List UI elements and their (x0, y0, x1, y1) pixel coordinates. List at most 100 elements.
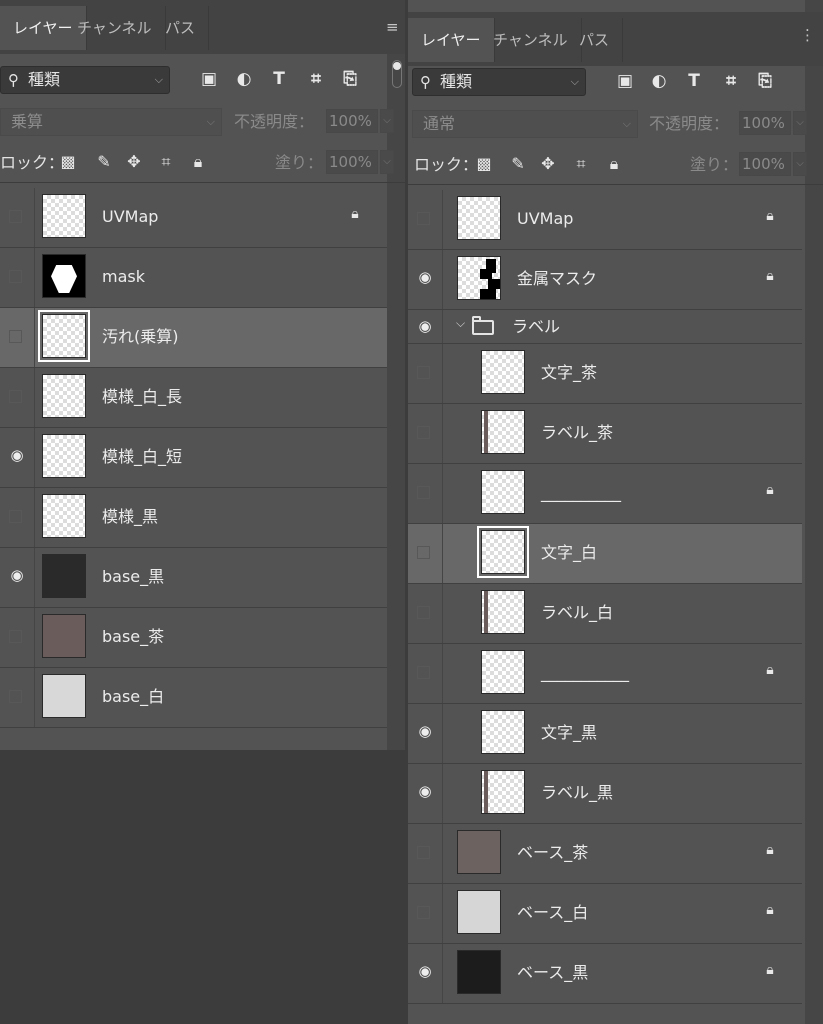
visibility-column[interactable] (408, 464, 443, 523)
visibility-column[interactable] (408, 524, 443, 583)
visibility-column[interactable]: ◉ (0, 428, 35, 487)
visibility-toggle[interactable] (9, 510, 22, 523)
visibility-column[interactable]: ◉ (408, 944, 443, 1003)
lock-transparent-icon[interactable]: ▩ (474, 154, 494, 174)
lock-all-icon[interactable]: 🔒︎ (604, 154, 624, 174)
visibility-toggle[interactable] (9, 210, 22, 223)
visibility-column[interactable]: ◉ (408, 704, 443, 763)
adjustment-filter-icon[interactable]: ◐ (234, 68, 254, 90)
adjustment-filter-icon[interactable]: ◐ (649, 70, 669, 92)
visibility-toggle[interactable] (417, 606, 430, 619)
lock-artboard-icon[interactable]: ⌗ (156, 152, 176, 172)
visibility-column[interactable] (0, 668, 35, 727)
visibility-toggle[interactable] (417, 846, 430, 859)
image-filter-icon[interactable]: ▣ (615, 70, 635, 92)
smart-object-filter-icon[interactable]: ⎘ (340, 68, 360, 90)
visibility-column[interactable] (408, 824, 443, 883)
visibility-column[interactable]: ◉ (0, 548, 35, 607)
layer-row[interactable]: ベース_白 🔒︎ (408, 884, 802, 944)
visibility-toggle[interactable] (417, 666, 430, 679)
visibility-toggle[interactable] (417, 906, 430, 919)
panel-menu-icon[interactable]: ≡ (386, 18, 399, 36)
visibility-column[interactable]: ◉ (408, 250, 443, 309)
opacity-input[interactable]: 100% (739, 111, 791, 135)
type-filter-icon[interactable]: T (684, 70, 704, 92)
visibility-toggle[interactable] (9, 330, 22, 343)
blend-mode-select[interactable]: 乗算 ⌵ (0, 108, 222, 136)
layer-row[interactable]: ◉ 模様_白_短 (0, 428, 387, 488)
visibility-column[interactable] (408, 644, 443, 703)
panel-menu-icon[interactable]: ⋮ (800, 26, 815, 44)
layer-row[interactable]: base_茶 (0, 608, 387, 668)
layer-kind-filter[interactable]: ⚲ 種類 ⌵ (0, 66, 170, 94)
lock-position-icon[interactable]: ✥ (124, 152, 144, 172)
visibility-column[interactable] (408, 884, 443, 943)
lock-transparent-icon[interactable]: ▩ (58, 152, 78, 172)
layer-row[interactable]: 文字_白 (408, 524, 802, 584)
layer-row[interactable]: 模様_白_長 (0, 368, 387, 428)
visibility-column[interactable] (408, 584, 443, 643)
visibility-column[interactable] (408, 344, 443, 403)
image-filter-icon[interactable]: ▣ (199, 68, 219, 90)
tab-paths[interactable]: パス (152, 6, 210, 50)
visibility-column[interactable] (0, 248, 35, 307)
visibility-toggle[interactable] (417, 366, 430, 379)
blend-mode-select[interactable]: 通常 ⌵ (412, 110, 638, 138)
visibility-column[interactable] (0, 608, 35, 667)
visibility-column[interactable] (0, 188, 35, 247)
lock-artboard-icon[interactable]: ⌗ (571, 154, 591, 174)
opacity-dropdown-icon[interactable]: ⌵ (380, 109, 394, 133)
fill-input[interactable]: 100% (739, 152, 791, 176)
tab-channels[interactable]: チャンネル (64, 6, 166, 50)
lock-image-icon[interactable]: ✎ (508, 154, 528, 174)
fill-dropdown-icon[interactable]: ⌵ (380, 150, 394, 174)
visibility-toggle[interactable] (9, 690, 22, 703)
filter-toggle[interactable] (392, 60, 402, 88)
visibility-column[interactable] (408, 404, 443, 463)
layer-row[interactable]: ◉ 金属マスク 🔒︎ (408, 250, 802, 310)
visibility-toggle[interactable] (417, 212, 430, 225)
layer-row[interactable]: ◉ base_黒 (0, 548, 387, 608)
eye-icon[interactable]: ◉ (408, 782, 442, 800)
layer-group-row[interactable]: ◉ ⌵ ラベル (408, 310, 802, 344)
visibility-toggle[interactable] (417, 486, 430, 499)
layer-row[interactable]: UVMap 🔒︎ (0, 188, 387, 248)
visibility-column[interactable] (0, 368, 35, 427)
layer-row[interactable]: ◉ ラベル_黒 (408, 764, 802, 824)
layer-row[interactable]: 模様_黒 (0, 488, 387, 548)
layer-row[interactable]: ベース_茶 🔒︎ (408, 824, 802, 884)
layer-row[interactable]: 汚れ(乗算) (0, 308, 387, 368)
visibility-toggle[interactable] (417, 426, 430, 439)
layer-row[interactable]: UVMap 🔒︎ (408, 190, 802, 250)
layer-row[interactable]: ◉ 文字_黒 (408, 704, 802, 764)
visibility-toggle[interactable] (9, 270, 22, 283)
layer-row[interactable]: base_白 (0, 668, 387, 728)
layer-row[interactable]: ラベル_茶 (408, 404, 802, 464)
visibility-toggle[interactable] (9, 630, 22, 643)
opacity-input[interactable]: 100% (326, 109, 378, 133)
layer-row[interactable]: ◉ ベース_黒 🔒︎ (408, 944, 802, 1004)
lock-image-icon[interactable]: ✎ (94, 152, 114, 172)
eye-icon[interactable]: ◉ (0, 446, 34, 464)
layer-row[interactable]: 文字_茶 (408, 344, 802, 404)
layer-row[interactable]: mask (0, 248, 387, 308)
visibility-column[interactable]: ◉ (408, 764, 443, 823)
shape-filter-icon[interactable]: ⌗ (721, 70, 741, 92)
visibility-column[interactable] (0, 308, 35, 367)
layer-row[interactable]: __________ 🔒︎ (408, 464, 802, 524)
eye-icon[interactable]: ◉ (0, 566, 34, 584)
eye-icon[interactable]: ◉ (408, 722, 442, 740)
tab-paths[interactable]: パス (566, 18, 624, 62)
opacity-dropdown-icon[interactable]: ⌵ (793, 111, 807, 135)
lock-all-icon[interactable]: 🔒︎ (188, 152, 208, 172)
visibility-column[interactable] (0, 488, 35, 547)
visibility-toggle[interactable] (9, 390, 22, 403)
layer-kind-filter[interactable]: ⚲ 種類 ⌵ (412, 68, 586, 96)
type-filter-icon[interactable]: T (269, 68, 289, 90)
visibility-column[interactable] (408, 310, 443, 343)
smart-object-filter-icon[interactable]: ⎘ (755, 70, 775, 92)
chevron-down-icon[interactable]: ⌵ (456, 316, 465, 331)
layer-row[interactable]: ラベル_白 (408, 584, 802, 644)
visibility-toggle[interactable] (417, 546, 430, 559)
eye-icon[interactable]: ◉ (408, 268, 442, 286)
